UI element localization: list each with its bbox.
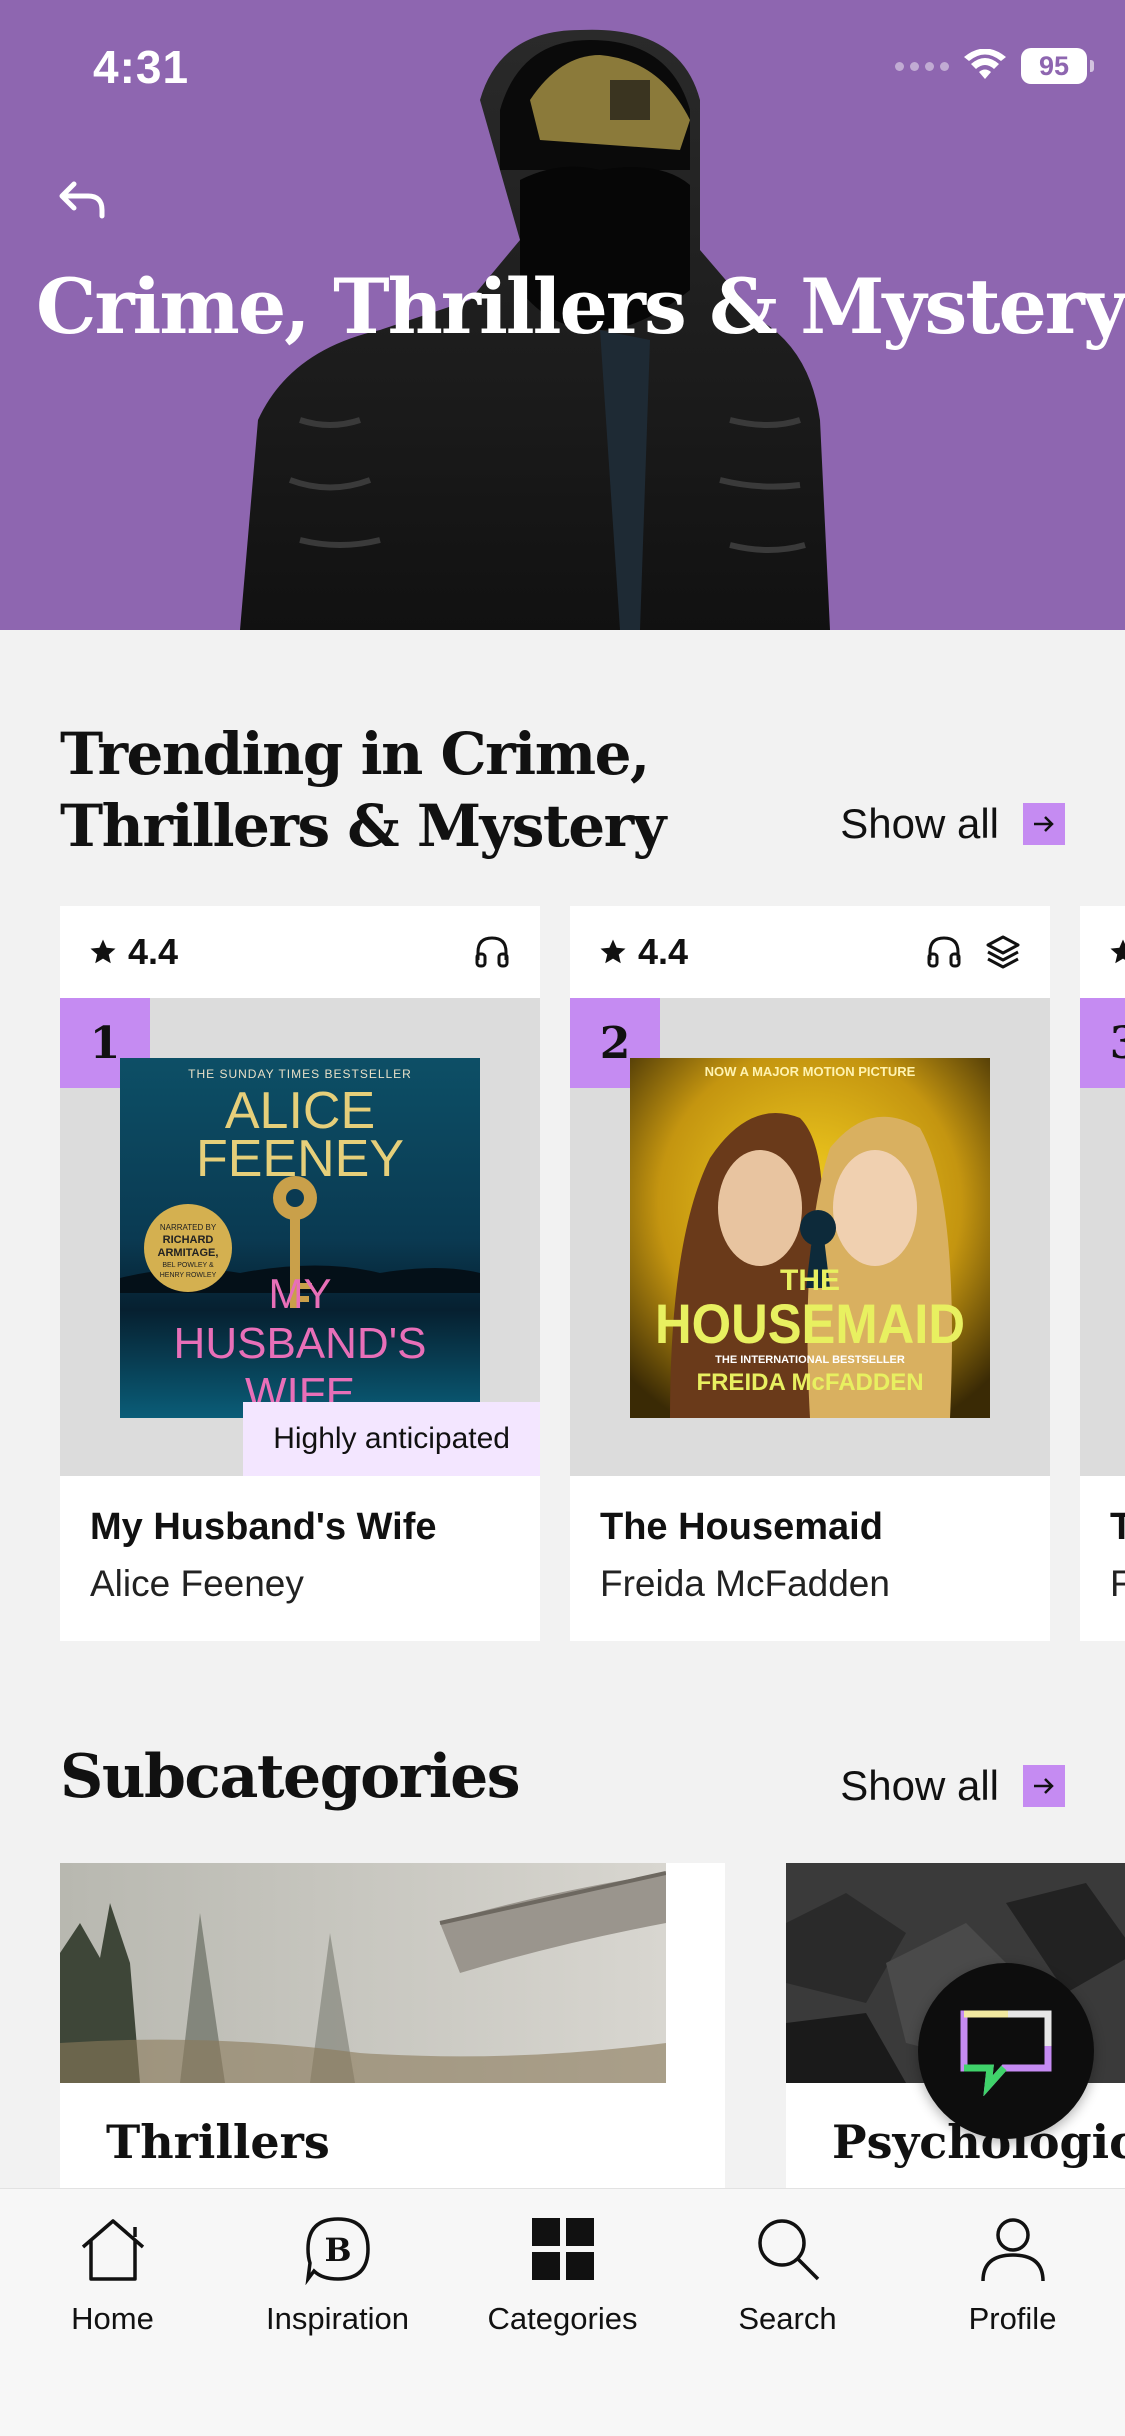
format-icons	[924, 932, 1022, 972]
tab-label: Home	[71, 2301, 154, 2336]
book-cover-the-housemaid: NOW A MAJOR MOTION PICTURE THE HOUSEMAID…	[630, 1058, 990, 1418]
wifi-icon	[964, 49, 1006, 79]
format-icons	[472, 932, 512, 972]
tab-label: Profile	[968, 2301, 1057, 2336]
tab-label: Inspiration	[265, 2301, 410, 2336]
categories-icon	[531, 2218, 594, 2280]
tab-home[interactable]: Home	[0, 2209, 225, 2337]
book-cover-area: 1 THE SUNDAY TIMES BESTSELLER ALICE FEEN…	[60, 998, 540, 1476]
show-all-label: Show all	[840, 1762, 999, 1809]
book-card[interactable]: 4.4 2 NOW A MAJOR MOTION PICTURE THE HOU…	[570, 906, 1050, 1641]
svg-text:MY: MY	[269, 1270, 332, 1317]
svg-text:NOW A MAJOR MOTION PICTURE: NOW A MAJOR MOTION PICTURE	[705, 1064, 916, 1079]
svg-text:HUSBAND'S: HUSBAND'S	[174, 1319, 427, 1368]
highly-anticipated-badge: Highly anticipated	[243, 1402, 540, 1476]
status-time: 4:31	[93, 41, 190, 93]
status-icons: 95	[895, 48, 1094, 84]
svg-text:THE INTERNATIONAL BESTSELLER: THE INTERNATIONAL BESTSELLER	[715, 1354, 905, 1366]
svg-text:RICHARD: RICHARD	[163, 1234, 214, 1246]
bottom-tab-bar: Home B Inspiration Categories Search Pro…	[0, 2188, 1125, 2436]
show-all-label: Show all	[840, 800, 999, 847]
book-card[interactable]: 4.4 1 THE SUNDAY TIMES BESTSELLER ALICE …	[60, 906, 540, 1641]
book-author: Alice Feeney	[90, 1563, 304, 1604]
tab-search[interactable]: Search	[675, 2209, 900, 2337]
book-info: My Husband's Wife Alice Feeney	[60, 1476, 540, 1635]
arrow-right-icon	[1023, 1765, 1065, 1807]
tab-profile[interactable]: Profile	[900, 2209, 1125, 2337]
book-author: F	[1110, 1563, 1125, 1604]
rating-value: 4.4	[638, 931, 689, 972]
book-card[interactable]: 3 T F	[1080, 906, 1125, 1641]
subcategories-section-title: Subcategories	[60, 1742, 521, 1812]
book-author: Freida McFadden	[600, 1563, 890, 1604]
arrow-right-icon	[1023, 803, 1065, 845]
tab-inspiration[interactable]: B Inspiration	[225, 2209, 450, 2337]
home-icon	[81, 2219, 144, 2281]
book-title: My Husband's Wife	[90, 1506, 437, 1548]
subcategories-show-all-button[interactable]: Show all	[840, 1762, 1065, 1810]
rating: 4.4	[88, 931, 178, 973]
headphones-icon	[927, 936, 961, 968]
layers-icon	[986, 935, 1020, 969]
subcategory-label: Thrillers	[106, 2115, 330, 2169]
svg-text:ARMITAGE,: ARMITAGE,	[158, 1247, 219, 1259]
svg-text:HENRY ROWLEY: HENRY ROWLEY	[160, 1272, 217, 1279]
chat-bubble-icon	[960, 2010, 1052, 2096]
rating: 4.4	[598, 931, 688, 973]
svg-text:B: B	[324, 2231, 351, 2269]
book-title: The Housemaid	[600, 1506, 883, 1548]
chat-button[interactable]	[918, 1963, 1094, 2139]
trending-section-title: Trending in Crime, Thrillers & Mystery	[60, 720, 666, 860]
search-icon	[757, 2219, 819, 2281]
book-cover-area: 2 NOW A MAJOR MOTION PICTURE THE HOUSEMA…	[570, 998, 1050, 1476]
subcategory-card-thrillers[interactable]: Thrillers	[60, 1863, 725, 2193]
tab-categories[interactable]: Categories	[450, 2209, 675, 2337]
tab-label: Search	[738, 2301, 837, 2336]
book-info: The Housemaid Freida McFadden	[570, 1476, 1050, 1635]
svg-text:NARRATED BY: NARRATED BY	[160, 1223, 217, 1232]
inspiration-icon: B	[304, 2217, 370, 2285]
card-header: 4.4	[60, 906, 540, 998]
status-bar: 4:31 95	[0, 0, 1125, 140]
book-cover-area: 3	[1080, 998, 1125, 1476]
signal-dots-icon	[895, 61, 949, 71]
book-title: T	[1110, 1506, 1125, 1548]
trending-show-all-button[interactable]: Show all	[840, 800, 1065, 848]
rating	[1108, 937, 1125, 967]
tab-label: Categories	[487, 2301, 638, 2336]
book-cover-my-husbands-wife: THE SUNDAY TIMES BESTSELLER ALICE FEENEY…	[120, 1058, 480, 1418]
category-hero: 4:31 95 Crime, Thrillers & Mystery	[0, 0, 1125, 630]
back-arrow-icon[interactable]	[52, 170, 112, 230]
svg-text:THE SUNDAY TIMES BESTSELLER: THE SUNDAY TIMES BESTSELLER	[188, 1067, 412, 1081]
card-header	[1080, 906, 1125, 998]
book-info: T F	[1080, 1476, 1125, 1635]
headphones-icon	[475, 936, 509, 968]
profile-icon	[980, 2218, 1045, 2282]
rank-badge: 3	[1080, 998, 1125, 1088]
rating-value: 4.4	[128, 931, 179, 972]
svg-text:BEL POWLEY &: BEL POWLEY &	[162, 1262, 214, 1269]
svg-text:FREIDA McFADDEN: FREIDA McFADDEN	[696, 1369, 923, 1396]
svg-text:HOUSEMAID: HOUSEMAID	[655, 1292, 965, 1355]
star-icon	[600, 939, 626, 964]
screen: 4:31 95 Crime, Thrillers & Mystery Trend…	[0, 0, 1125, 2436]
foggy-forest-image	[60, 1863, 666, 2083]
battery-indicator: 95	[1021, 48, 1094, 84]
card-header: 4.4	[570, 906, 1050, 998]
star-icon	[1110, 939, 1125, 964]
star-icon	[90, 939, 116, 964]
page-title: Crime, Thrillers & Mystery	[36, 262, 1125, 351]
